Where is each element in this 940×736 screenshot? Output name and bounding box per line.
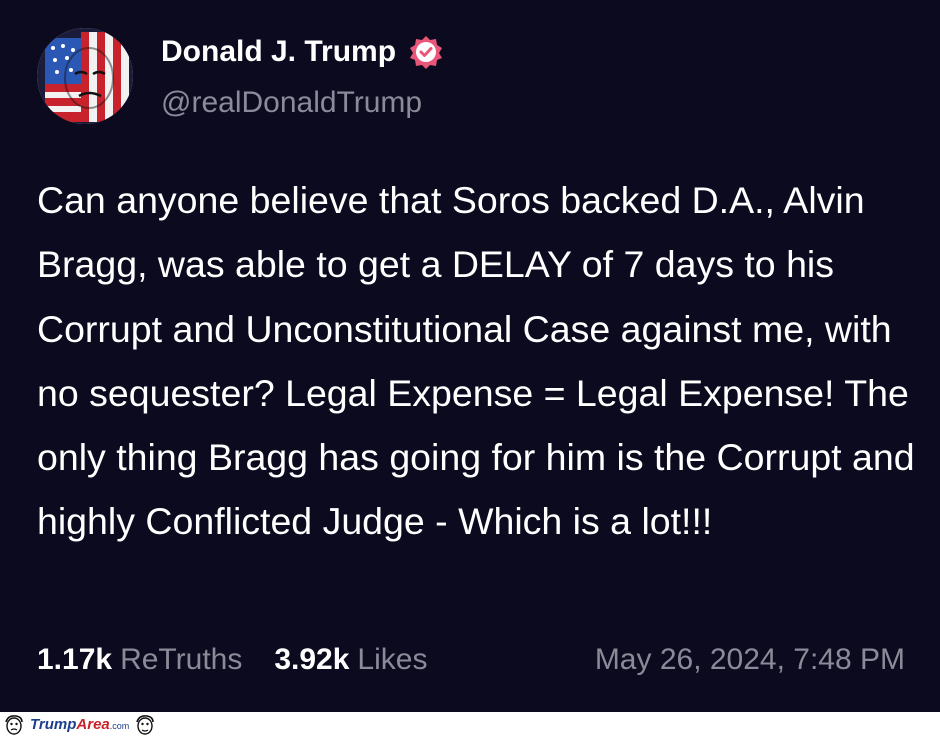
post-stats: 1.17k ReTruths 3.92k Likes (37, 643, 427, 677)
verified-badge-icon (410, 36, 443, 69)
watermark-brand: Trump Area .com (30, 716, 129, 733)
retruths-label[interactable]: ReTruths (120, 643, 242, 677)
watermark-brand-suffix: .com (109, 720, 130, 731)
author-handle[interactable]: @realDonaldTrump (161, 86, 422, 120)
likes-count[interactable]: 3.92k (274, 643, 349, 677)
flag-portrait-avatar (37, 28, 133, 124)
author-name[interactable]: Donald J. Trump (161, 34, 444, 70)
caricature-face-icon (5, 715, 23, 735)
likes-label[interactable]: Likes (357, 643, 427, 677)
watermark-footer: Trump Area .com (0, 712, 940, 736)
watermark-logo: Trump Area .com (2, 712, 157, 736)
post-body: Can anyone believe that Soros backed D.A… (37, 179, 915, 543)
avatar[interactable] (37, 28, 133, 124)
watermark-brand-part1: Trump (30, 715, 77, 733)
post-timestamp[interactable]: May 26, 2024, 7:48 PM (595, 643, 905, 677)
retruths-count[interactable]: 1.17k (37, 643, 112, 677)
watermark-brand-part2: Area (76, 715, 110, 733)
truth-social-post: Donald J. Trump @realDonaldTrump Can any… (0, 0, 940, 712)
caricature-face-icon (136, 715, 155, 735)
author-name-text: Donald J. Trump (161, 35, 397, 68)
